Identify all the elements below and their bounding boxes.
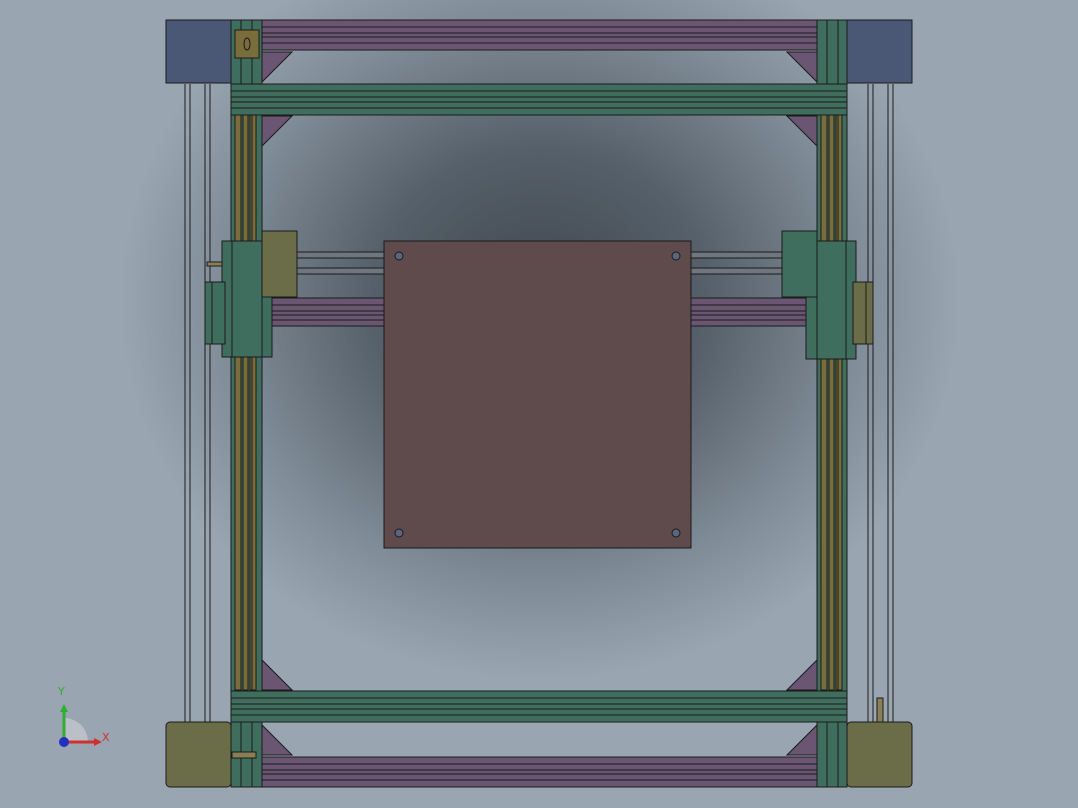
- bottom-front-extrusion: [230, 690, 848, 723]
- right-carriage: [781, 230, 874, 360]
- motor-bottom-left: [165, 721, 232, 788]
- motor-top-left: [165, 19, 232, 84]
- top-back-extrusion: [261, 19, 818, 51]
- printer-frame-model[interactable]: [0, 0, 1078, 808]
- motor-bottom-right: [846, 721, 913, 788]
- axis-y-label: Y: [58, 685, 65, 698]
- print-bed: [383, 240, 692, 549]
- axis-x-label: X: [102, 731, 110, 744]
- bed-bolt-bottom-right: [671, 528, 681, 538]
- lead-screw-bottom-left: [231, 751, 257, 759]
- lead-screw-left-carriage: [206, 261, 224, 267]
- axis-triad-icon[interactable]: Y X: [50, 686, 120, 756]
- top-left-bracket: [234, 29, 260, 59]
- bottom-back-extrusion: [261, 756, 818, 788]
- top-front-extrusion: [230, 83, 848, 116]
- lead-screw-bottom-right: [876, 697, 884, 723]
- right-vertical-extrusion: [816, 19, 848, 788]
- bed-bolt-bottom-left: [394, 528, 404, 538]
- bed-bolt-top-right: [671, 251, 681, 261]
- cad-viewport[interactable]: Y X: [0, 0, 1078, 808]
- left-vertical-extrusion: [230, 19, 263, 788]
- motor-top-right: [846, 19, 913, 84]
- bed-bolt-top-left: [394, 251, 404, 261]
- left-carriage: [204, 230, 298, 358]
